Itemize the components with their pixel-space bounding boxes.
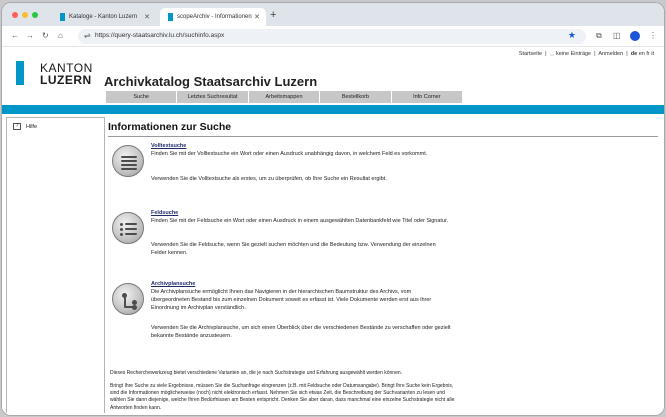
close-tab-icon[interactable]: ✕ [144,13,150,21]
bookmark-star-icon[interactable]: ★ [568,30,576,41]
menu-letztes-suchresultat[interactable]: Letztes Suchresultat [177,91,249,103]
kanton-luzern-logo[interactable]: KANTON LUZERN [16,61,96,87]
help-icon: ? [13,123,21,130]
tab-strip: Kataloge - Kanton Luzern ✕ scopeArchiv -… [2,3,664,26]
section-text: Verwenden Sie die Volltextsuche als erst… [151,176,387,182]
section-text: Verwenden Sie die Archivplansuche, um si… [151,325,451,339]
menu-icon[interactable]: ⋮ [649,31,657,41]
page-title: Informationen zur Suche [108,121,232,133]
favicon-icon [60,13,65,21]
logo-line2: LUZERN [40,73,92,87]
section-text: Finden Sie mit der Feldsuche ein Wort od… [151,218,449,224]
close-tab-icon[interactable]: ✕ [254,13,260,21]
volltextsuche-link[interactable]: Volltextsuche [151,143,186,149]
login-link[interactable]: Anmelden [598,51,623,57]
lang-fr-link[interactable]: fr [646,51,649,57]
close-window-button[interactable] [12,12,18,18]
sidebar-item-hilfe[interactable]: ? Hilfe [13,123,37,130]
extensions-icon[interactable]: ⧉ [596,31,602,41]
separator: | [543,51,549,57]
title-divider [108,136,658,137]
startseite-link[interactable]: Startseite [519,51,542,57]
reload-icon[interactable]: ↻ [42,31,49,41]
separator: | [592,51,598,57]
accent-bar [2,105,664,114]
separator: | [624,51,630,57]
tab-label: Kataloge - Kanton Luzern [69,14,138,20]
logo-bar [16,61,24,85]
web-page: Startseite | ◡ keine Einträge | Anmelden… [2,47,664,415]
menu-arbeitsmappen[interactable]: Arbeitsmappen [249,91,321,103]
forward-icon[interactable]: → [26,31,34,41]
new-tab-button[interactable]: + [270,10,276,21]
lang-de-link[interactable]: de [631,51,637,57]
profile-avatar[interactable] [630,31,640,41]
favicon-icon [168,13,173,21]
menu-info-corner[interactable]: Info Corner [392,91,462,103]
basket-icon: ◡ [549,51,555,57]
field-search-icon [112,212,144,244]
tab-label: scopeArchiv - Informationen [177,14,252,20]
section-text: Verwenden Sie die Feldsuche, wenn Sie ge… [151,242,436,256]
tab-scopearchiv[interactable]: scopeArchiv - Informationen ✕ [160,8,266,26]
footer-text: Dieses Recherchewerkzeug bietet verschie… [110,370,403,376]
feldsuche-link[interactable]: Feldsuche [151,210,178,216]
sidebar-item-label: Hilfe [26,123,38,130]
address-bar[interactable]: ⇌ https://query-staatsarchiv.lu.ch/suchi… [78,29,586,44]
footer-text: Bringt Ihre Suche zu viele Ergebnisse, m… [110,383,455,411]
minimize-window-button[interactable] [22,12,28,18]
main-content: Informationen zur Suche Volltextsuche Fi… [106,117,660,415]
url-text[interactable]: https://query-staatsarchiv.lu.ch/suchinf… [95,32,224,39]
lang-it-link[interactable]: it [651,51,654,57]
home-icon[interactable]: ⌂ [58,31,63,41]
back-icon[interactable]: ← [11,31,19,41]
archive-plan-icon [112,283,144,315]
section-text: Die Archivplansuche ermöglicht Ihnen das… [151,289,432,311]
menu-bestellkorb[interactable]: Bestellkorb [320,91,392,103]
menu-suche[interactable]: Suche [106,91,178,103]
section-text: Finden Sie mit der Volltextsuche ein Wor… [151,151,428,157]
zoom-window-button[interactable] [32,12,38,18]
site-info-icon[interactable]: ⇌ [84,31,91,40]
tab-kataloge[interactable]: Kataloge - Kanton Luzern ✕ [52,8,156,26]
archivplansuche-link[interactable]: Archivplansuche [151,281,195,287]
browser-toolbar: ← → ↻ ⌂ ⇌ https://query-staatsarchiv.lu.… [2,26,664,47]
lang-en-link[interactable]: en [639,51,645,57]
fulltext-search-icon [112,145,144,177]
top-links: Startseite | ◡ keine Einträge | Anmelden… [519,51,654,57]
main-menu: Suche Letztes Suchresultat Arbeitsmappen… [106,91,462,103]
site-title: Archivkatalog Staatsarchiv Luzern [104,74,318,89]
entries-text[interactable]: keine Einträge [556,51,591,57]
sidebar-icon[interactable]: ◫ [613,31,621,41]
browser-window: Kataloge - Kanton Luzern ✕ scopeArchiv -… [2,3,664,415]
sidebar: ? Hilfe [6,117,105,413]
